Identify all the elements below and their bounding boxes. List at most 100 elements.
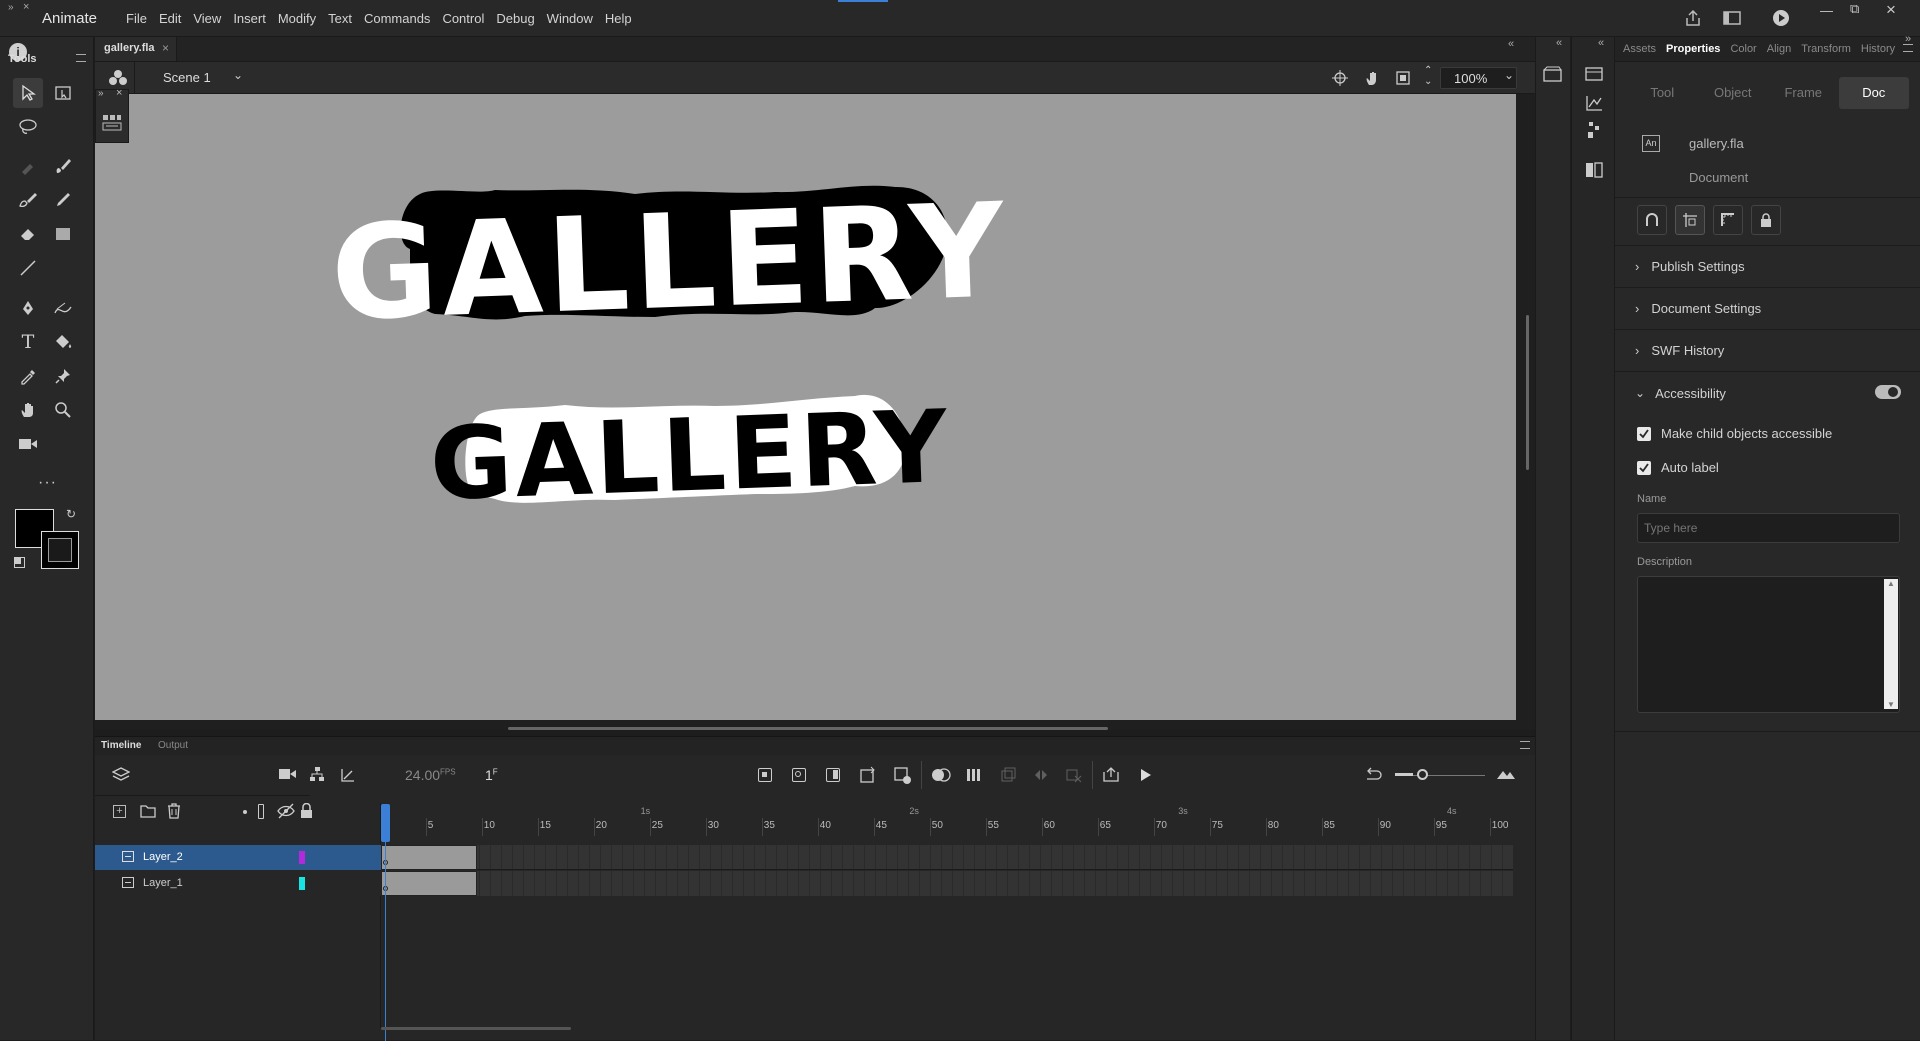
menu-help[interactable]: Help [599,11,638,26]
tab-properties[interactable]: Properties [1666,43,1720,55]
layer-name[interactable]: Layer_1 [143,877,183,889]
motion-presets-icon[interactable] [1543,66,1563,82]
subtab-tool[interactable]: Tool [1627,77,1698,109]
library-icon[interactable] [1585,67,1603,81]
code-snippets-icon[interactable] [1585,162,1603,178]
graph-icon[interactable] [340,767,356,783]
menu-control[interactable]: Control [436,11,490,26]
expand-icon[interactable]: » [8,2,14,13]
frame-display[interactable]: 1F [485,767,498,783]
pencil-tool-icon[interactable] [48,185,78,215]
menu-debug[interactable]: Debug [490,11,540,26]
collapse-panels-icon[interactable]: « [1598,37,1604,49]
close-tab-icon[interactable]: × [162,41,169,55]
restore-button[interactable]: ⧉ [1850,1,1859,17]
paste-frames-icon[interactable] [1000,767,1016,783]
zoom-slider-handle[interactable] [1417,769,1428,780]
camera-tool-icon[interactable] [13,429,43,459]
panel-menu-icon[interactable] [1903,44,1913,52]
export-icon[interactable] [1102,767,1120,783]
rulers-icon[interactable] [1713,205,1743,235]
menu-window[interactable]: Window [541,11,599,26]
insert-blank-keyframe-icon[interactable] [792,768,806,782]
edit-symbols-icon[interactable] [109,69,127,87]
selection-tool-icon[interactable] [13,78,43,108]
frames-row-layer-1[interactable] [381,871,1513,896]
auto-keyframe-icon[interactable] [860,766,878,784]
section-document-settings[interactable]: › Document Settings [1615,288,1920,330]
swap-colors-icon[interactable]: ↻ [66,507,76,521]
checkbox-icon[interactable] [1637,460,1651,475]
menu-text[interactable]: Text [322,11,358,26]
play-icon[interactable] [1140,768,1152,782]
workspace-icon[interactable] [1723,10,1741,26]
insert-frame-icon[interactable] [826,768,840,782]
subtab-frame[interactable]: Frame [1768,77,1839,109]
width-tool-icon[interactable] [48,293,78,323]
chevron-down-icon[interactable]: ⌄ [233,68,243,82]
center-stage-icon[interactable] [1332,70,1348,86]
expand-icon[interactable]: » [1905,33,1911,45]
layer-outline-color[interactable] [299,851,305,864]
menu-insert[interactable]: Insert [227,11,272,26]
tab-history[interactable]: History [1861,43,1895,55]
expand-panels-icon[interactable]: « [1556,37,1562,49]
fluid-brush-tool-icon[interactable] [13,151,43,181]
layer-outline-color[interactable] [299,877,305,890]
make-child-accessible-checkbox[interactable]: Make child objects accessible [1637,426,1832,441]
description-textarea[interactable]: ▲ ▼ [1637,576,1900,713]
tab-timeline[interactable]: Timeline [101,740,141,751]
tab-color[interactable]: Color [1730,43,1756,55]
outline-layers-icon[interactable] [258,804,264,819]
hide-layers-icon[interactable] [277,803,295,819]
insert-keyframe-icon[interactable] [758,768,772,782]
lock-layers-icon[interactable] [300,803,313,819]
checkbox-icon[interactable] [1637,426,1651,441]
align-icon[interactable] [1675,205,1705,235]
gallery-logo-outlined[interactable]: GALLERY [329,174,1011,350]
section-swf-history[interactable]: › SWF History [1615,330,1920,372]
minimize-button[interactable]: — [1820,3,1833,18]
close-button[interactable]: × [1886,0,1896,20]
rectangle-tool-icon[interactable] [48,219,78,249]
share-icon[interactable] [1684,9,1702,27]
panel-menu-icon[interactable] [1520,741,1530,749]
layer-row-layer-1[interactable]: Layer_1 [95,871,381,896]
paint-brush-tool-icon[interactable] [48,151,78,181]
frame-span-layer-1[interactable] [381,871,477,896]
clip-content-icon[interactable] [1395,70,1411,86]
close-panel-icon[interactable]: × [116,87,122,99]
menu-edit[interactable]: Edit [153,11,187,26]
clear-frames-icon[interactable] [1066,767,1082,783]
edit-toolbar-icon[interactable]: ··· [38,474,57,492]
playhead[interactable] [381,804,390,842]
tab-assets[interactable]: Assets [1623,43,1656,55]
zoom-stepper-icon[interactable]: ⌃ ⌄ [1424,65,1432,87]
components-icon[interactable] [1585,121,1603,139]
eraser-tool-icon[interactable] [13,219,43,249]
eyedropper-tool-icon[interactable] [13,361,43,391]
text-tool-icon[interactable]: T [13,327,43,357]
name-input[interactable] [1637,513,1900,543]
timeline-scrollbar[interactable] [381,1027,571,1030]
brush-tool-icon[interactable] [13,185,43,215]
test-movie-icon[interactable] [1772,9,1790,27]
free-transform-tool-icon[interactable] [48,78,78,108]
create-tween-icon[interactable] [894,767,912,785]
undo-zoom-icon[interactable] [1364,767,1382,783]
textarea-scrollbar[interactable]: ▲ ▼ [1884,579,1898,709]
fill-color-swatch[interactable] [41,531,79,569]
accessibility-toggle[interactable] [1875,385,1901,399]
vertical-scrollbar[interactable] [1526,315,1529,470]
lock-icon[interactable] [1751,205,1781,235]
menu-file[interactable]: File [120,11,153,26]
section-publish-settings[interactable]: › Publish Settings [1615,246,1920,288]
subtab-doc[interactable]: Doc [1838,77,1909,109]
frame-span-layer-2[interactable] [381,845,477,870]
tab-transform[interactable]: Transform [1801,43,1851,55]
lasso-tool-icon[interactable] [13,112,43,142]
zoom-tool-icon[interactable] [48,395,78,425]
zoom-select[interactable]: 100% ⌄ [1440,67,1517,89]
default-colors-icon[interactable] [14,557,25,568]
auto-label-checkbox[interactable]: Auto label [1637,460,1719,475]
